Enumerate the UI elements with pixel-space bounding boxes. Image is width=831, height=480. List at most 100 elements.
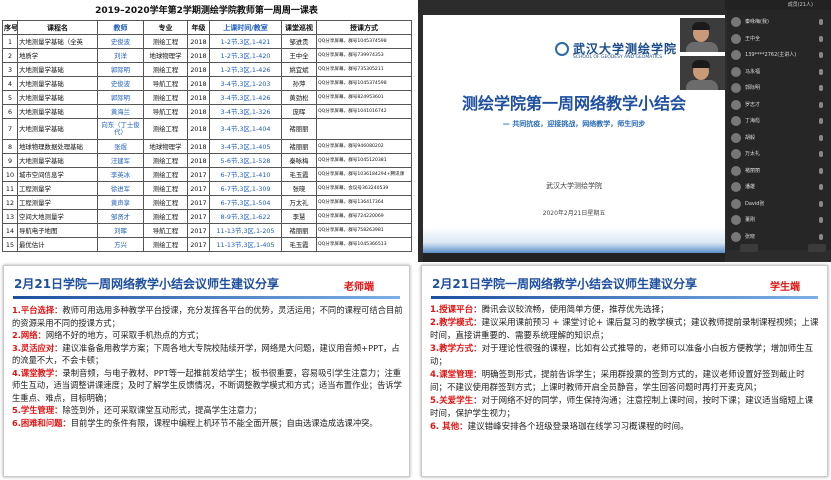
table-cell: 大地测量学基础（全英 [17, 34, 98, 49]
suggestion-text: 明确签到形式，提前告诉学生；采用群投票的签到方式的，建议老师设置好签到截止时间；… [430, 370, 805, 393]
table-cell: 2018 [187, 90, 210, 105]
participant-name: 罗志才 [745, 101, 761, 108]
column-header: 课堂巡视 [281, 20, 317, 35]
table-cell: QQ分享屏幕，群号824953601 [316, 90, 412, 105]
microphone-icon[interactable] [819, 217, 823, 223]
microphone-icon[interactable] [819, 118, 823, 124]
participant-video[interactable] [680, 18, 725, 52]
microphone-icon[interactable] [819, 167, 823, 174]
title-underline [431, 296, 818, 299]
microphone-icon[interactable] [819, 19, 823, 25]
participant-name: 郭际明 [745, 85, 761, 91]
table-cell: 11-13节,3区,1-405 [209, 237, 282, 252]
participant-item[interactable]: 罗志才 [727, 97, 831, 113]
participant-item[interactable]: 郭际明 [727, 80, 831, 96]
microphone-icon[interactable] [819, 101, 823, 108]
participant-item[interactable]: 秦咏梅(我) [727, 14, 831, 30]
table-cell: 2017 [187, 195, 210, 210]
participant-item[interactable]: 张晓 [727, 229, 831, 245]
table-cell: 测绘工程 [143, 237, 188, 252]
suggestion-text: 腾讯会议较流畅，使用简单方便，推荐优先选择； [481, 305, 669, 315]
table-cell: 地球物理学 [143, 139, 188, 154]
suggestion-key: 6.困难和问题： [12, 417, 71, 428]
table-cell: 导航工程 [143, 223, 188, 238]
table-cell: 邹进贵 [281, 34, 317, 49]
microphone-icon[interactable] [819, 134, 823, 141]
table-cell: 导航工程 [143, 104, 188, 119]
participant-item[interactable]: 董刚 [727, 212, 831, 228]
members-count: 成员(21人) [787, 2, 813, 8]
table-cell: 2018 [187, 76, 210, 91]
suggestion-item: 1.授课平台：腾讯会议较流畅，使用简单方便，推荐优先选择； [430, 304, 821, 317]
table-cell: 5 [2, 90, 18, 105]
table-cell: 2018 [187, 104, 210, 119]
participant-video[interactable] [680, 56, 725, 90]
table-cell: 3-4节,3区,1-405 [209, 139, 282, 154]
table-cell: 测绘工程 [143, 90, 188, 105]
participant-item[interactable]: 胡毅 [727, 130, 831, 146]
table-cell: 黄声享 [97, 195, 144, 210]
avatar [731, 83, 741, 93]
microphone-icon[interactable] [819, 233, 823, 240]
table-cell: 13 [2, 209, 18, 224]
table-cell: QQ分享屏幕，群号758263981 [316, 223, 412, 238]
mute-button[interactable] [740, 244, 758, 252]
table-cell: 3-4节,3区,1-326 [209, 104, 282, 119]
table-cell: 徐进军 [97, 181, 144, 196]
table-cell: 6-7节,3区,1-504 [209, 195, 282, 210]
table-cell: 黄海兰 [97, 104, 144, 119]
table-cell: 秦咏梅 [281, 153, 317, 168]
participant-name: 王中全 [745, 35, 761, 42]
timetable-panel: 2019–2020学年第2学期测绘学院教师第一周周一课表 序号 课程名 教师 专… [0, 0, 413, 262]
table-cell: 王中全 [281, 48, 317, 63]
avatar [731, 198, 741, 209]
student-suggestions-list: 1.授课平台：腾讯会议较流畅，使用简单方便，推荐优先选择； 2.教学模式：建议采用… [430, 304, 821, 434]
participant-name: 丁海彪 [745, 118, 761, 124]
slide-wave-decoration [423, 227, 725, 253]
suggestion-text: 目前学生的条件有限，课程中编程上机环节不能全面开展；自由选课造成选课冲突。 [70, 417, 378, 428]
participant-item[interactable]: 褚丽丽 [727, 163, 831, 179]
microphone-icon[interactable] [819, 68, 823, 75]
microphone-icon[interactable] [819, 151, 823, 157]
microphone-icon[interactable] [819, 200, 823, 207]
participant-item[interactable]: 丁海彪 [727, 113, 831, 129]
table-cell: 邹贤才 [97, 209, 144, 224]
table-cell: 6-7节,3区,1-410 [209, 167, 282, 182]
table-cell: 地球物理数据处理基础 [17, 139, 98, 154]
table-cell: QQ分享屏幕，群号1045374598 [316, 76, 412, 91]
microphone-icon[interactable] [819, 184, 823, 190]
microphone-icon[interactable] [819, 52, 823, 58]
table-cell: 2018 [187, 153, 210, 168]
university-logo-icon [555, 42, 569, 56]
table-cell: 2 [2, 48, 18, 63]
participant-name: 秦咏梅(我) [745, 19, 769, 25]
microphone-icon[interactable] [819, 35, 823, 42]
column-header: 专业 [143, 20, 188, 35]
suggestion-item: 4.课堂教学：录制音频，与电子教材、PPT等一起推前发给学生；板书很重要，容易吸… [12, 367, 403, 405]
manage-button[interactable] [808, 244, 826, 252]
table-cell: 4 [2, 76, 18, 91]
table-cell: 5-6节,3区,1-528 [209, 153, 282, 168]
participant-item[interactable]: 王中全 [727, 31, 831, 47]
column-header: 年级 [187, 20, 210, 35]
suggestion-text: 建议采用课前预习 + 课堂讨论+ 课后复习的教学模式；建议教师提前录制课程视频；… [430, 318, 819, 341]
microphone-icon[interactable] [819, 85, 823, 91]
participant-item[interactable]: 139****2762(主讲人) [727, 47, 831, 63]
meeting-window: 成员(21人) 武汉大学测绘学院 SCHOOL OF GEODESY AND G… [418, 0, 831, 262]
meeting-bottom-bar [423, 253, 725, 262]
participant-item[interactable]: David张 [727, 196, 831, 212]
participant-item[interactable]: 潘雄 [727, 179, 831, 195]
table-cell: 12 [2, 195, 18, 210]
suggestion-key: 4.课堂教学： [12, 367, 63, 378]
student-tag: 学生端 [770, 282, 800, 293]
table-cell: 3-4节,3区,1-404 [209, 118, 282, 140]
participant-item[interactable]: 万太礼 [727, 146, 831, 162]
suggestion-key: 2.网络： [12, 330, 46, 340]
participant-item[interactable]: 马永福 [727, 64, 831, 80]
suggestion-item: 4.课堂管理：明确签到形式，提前告诉学生；采用群投票的签到方式的，建议老师设置好… [430, 369, 821, 395]
suggestion-item: 6. 其他：建议错峰安排各个班级登录珞珈在线学习习概课程的时间。 [430, 421, 821, 434]
table-cell: 2018 [187, 139, 210, 154]
avatar [731, 231, 741, 242]
table-cell: 2017 [187, 181, 210, 196]
teacher-suggestions-card: 2月21日学院一周网络教学小结会议师生建议分享 老师端 1.平台选择：教师可用选… [3, 265, 410, 477]
